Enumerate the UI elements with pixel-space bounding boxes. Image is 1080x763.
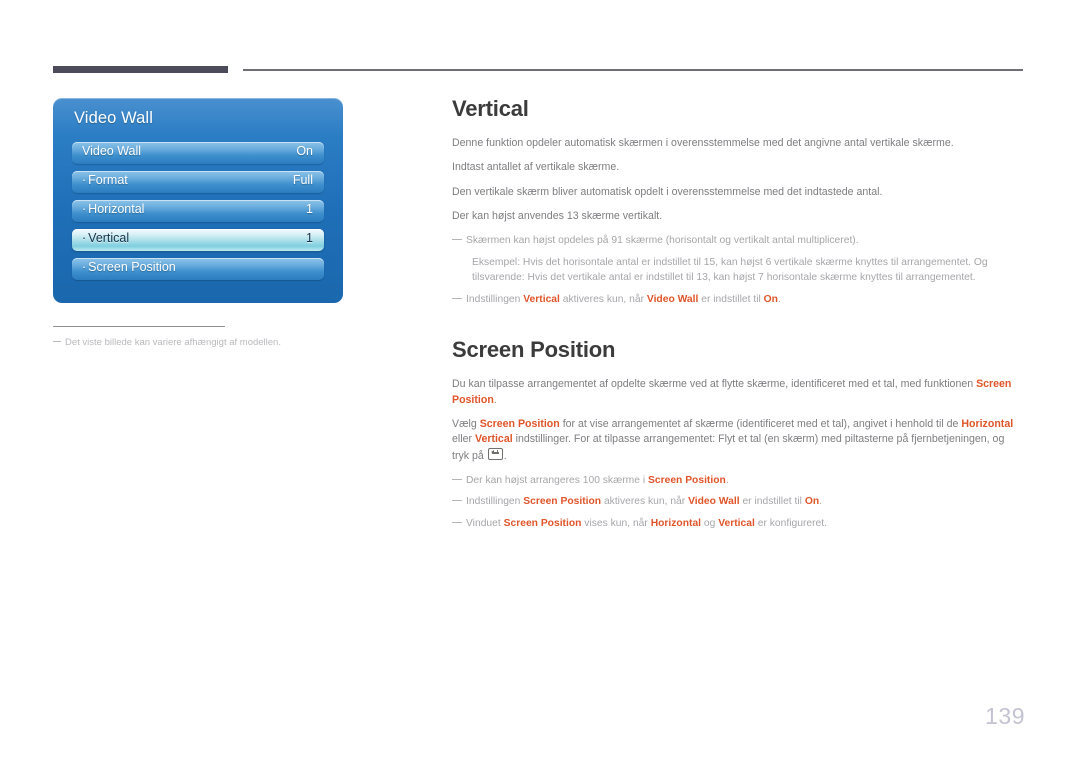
note-dash-icon bbox=[452, 500, 462, 502]
note-dash-icon bbox=[452, 297, 462, 299]
osd-menu-item-format[interactable]: ·Format Full bbox=[72, 171, 324, 193]
screen-position-note-3: Vinduet Screen Position vises kun, når H… bbox=[452, 516, 1024, 531]
sp-p1-post: . bbox=[493, 393, 497, 406]
vertical-note-1-line2: Eksempel: Hvis det horisontale antal er … bbox=[472, 256, 988, 284]
header-dark-rule bbox=[53, 66, 228, 73]
sp-n1-post: . bbox=[725, 474, 729, 486]
osd-menu-item-value: 1 bbox=[306, 231, 313, 245]
vertical-note-1: Skærmen kan højst opdeles på 91 skærme (… bbox=[452, 233, 1024, 248]
vertical-note-1-continued: Eksempel: Hvis det horisontale antal er … bbox=[452, 255, 1024, 286]
sp-n2-mid1: aktiveres kun, når bbox=[601, 496, 689, 508]
sp-p1-pre: Du kan tilpasse arrangementet af opdelte… bbox=[452, 378, 977, 391]
sp-n2-mid2: er indstillet til bbox=[739, 496, 805, 508]
footnote-text-row: Det viste billede kan variere afhængigt … bbox=[53, 336, 353, 349]
osd-menu-item-screen-position[interactable]: ·Screen Position bbox=[72, 258, 324, 280]
note2-mid2: er indstillet til bbox=[698, 293, 764, 305]
term-horizontal: Horizontal bbox=[650, 517, 702, 529]
term-video-wall: Video Wall bbox=[646, 293, 699, 305]
page-number: 139 bbox=[985, 703, 1025, 729]
sp-p2-pre: Vælg bbox=[452, 417, 480, 430]
osd-menu-item-label: Video Wall bbox=[82, 144, 141, 158]
vertical-note-1-line1: Skærmen kan højst opdeles på 91 skærme (… bbox=[466, 235, 859, 247]
osd-menu-list: Video Wall On ·Format Full ·Horizontal 1… bbox=[72, 142, 324, 287]
vertical-note-2: Indstillingen Vertical aktiveres kun, nå… bbox=[452, 292, 1024, 307]
footnote-text: Det viste billede kan variere afhængigt … bbox=[65, 337, 281, 348]
osd-menu-item-label: ·Vertical bbox=[82, 231, 129, 245]
sp-n2-pre: Indstillingen bbox=[466, 496, 524, 508]
sp-n1-pre: Der kan højst arrangeres 100 skærme i bbox=[466, 474, 648, 486]
osd-label-text: Horizontal bbox=[88, 202, 145, 216]
osd-label-text: Format bbox=[88, 173, 128, 187]
osd-menu-item-vertical[interactable]: ·Vertical 1 bbox=[72, 229, 324, 251]
term-vertical: Vertical bbox=[474, 433, 513, 446]
footnote-divider bbox=[53, 326, 225, 327]
term-on: On bbox=[763, 293, 778, 305]
enter-arrow-glyph bbox=[490, 450, 494, 455]
osd-label-text: Video Wall bbox=[82, 144, 142, 158]
term-screen-position: Screen Position bbox=[479, 417, 560, 430]
vertical-paragraph-3: Den vertikale skærm bliver automatisk op… bbox=[452, 185, 883, 198]
osd-menu-item-label: ·Format bbox=[82, 173, 128, 187]
sp-n2-post: . bbox=[819, 496, 823, 508]
sp-n3-mid2: og bbox=[701, 517, 719, 529]
osd-menu-item-horizontal[interactable]: ·Horizontal 1 bbox=[72, 200, 324, 222]
sp-n3-mid1: vises kun, når bbox=[581, 517, 651, 529]
term-video-wall: Video Wall bbox=[688, 496, 740, 508]
note-dash-icon bbox=[452, 521, 462, 523]
content-column: Vertical Denne funktion opdeler automati… bbox=[452, 96, 1024, 537]
screen-position-paragraph-2: Vælg Screen Position for at vise arrange… bbox=[452, 417, 1024, 464]
term-screen-position: Screen Position bbox=[523, 496, 602, 508]
osd-menu-panel: Video Wall Video Wall On ·Format Full ·H… bbox=[53, 98, 343, 303]
term-screen-position: Screen Position bbox=[647, 474, 726, 486]
page-title-screen-position: Screen Position bbox=[452, 337, 616, 363]
note2-pre: Indstillingen bbox=[466, 293, 524, 305]
term-on: On bbox=[804, 496, 820, 508]
vertical-paragraph-2: Indtast antallet af vertikale skærme. bbox=[452, 161, 620, 174]
term-vertical: Vertical bbox=[523, 293, 560, 305]
osd-menu-item-value: On bbox=[296, 144, 313, 158]
footnote-dash-icon bbox=[53, 341, 61, 342]
vertical-paragraph-4: Der kan højst anvendes 13 skærme vertika… bbox=[452, 210, 663, 223]
term-vertical: Vertical bbox=[718, 517, 755, 529]
sp-p2-mid3: indstillinger. For at tilpasse arrangeme… bbox=[452, 433, 1005, 462]
enter-key-icon bbox=[487, 447, 503, 460]
vertical-paragraph-1: Denne funktion opdeler automatisk skærme… bbox=[452, 137, 954, 149]
sp-n3-mid3: er konfigureret. bbox=[754, 517, 827, 529]
screen-position-paragraph-1: Du kan tilpasse arrangementet af opdelte… bbox=[452, 377, 1024, 408]
osd-menu-item-value: 1 bbox=[306, 202, 313, 216]
header-thin-rule bbox=[243, 69, 1023, 71]
page-title-vertical: Vertical bbox=[452, 96, 529, 121]
term-horizontal: Horizontal bbox=[961, 417, 1014, 430]
sp-p2-mid2: eller bbox=[452, 433, 475, 446]
sp-p2-mid1: for at vise arrangementet af skærme (ide… bbox=[559, 417, 962, 430]
page-header-rules bbox=[0, 0, 1080, 80]
note2-mid: aktiveres kun, når bbox=[559, 293, 647, 305]
osd-menu-item-label: ·Screen Position bbox=[82, 260, 176, 274]
screen-position-note-2: Indstillingen Screen Position aktiveres … bbox=[452, 494, 1024, 509]
osd-menu-item-video-wall[interactable]: Video Wall On bbox=[72, 142, 324, 164]
sp-p2-post: . bbox=[503, 449, 507, 462]
osd-menu-item-value: Full bbox=[292, 173, 313, 187]
osd-menu-item-label: ·Horizontal bbox=[82, 202, 144, 216]
sp-n3-pre: Vinduet bbox=[466, 517, 504, 529]
note2-post: . bbox=[777, 293, 781, 305]
osd-label-text: Vertical bbox=[88, 231, 130, 245]
osd-label-text: Screen Position bbox=[88, 260, 176, 274]
note-dash-icon bbox=[452, 478, 462, 480]
osd-panel-title: Video Wall bbox=[74, 109, 153, 127]
left-footnote: Det viste billede kan variere afhængigt … bbox=[53, 326, 353, 349]
screen-position-note-1: Der kan højst arrangeres 100 skærme i Sc… bbox=[452, 473, 1024, 488]
term-screen-position: Screen Position bbox=[503, 517, 582, 529]
note-dash-icon bbox=[452, 239, 462, 241]
